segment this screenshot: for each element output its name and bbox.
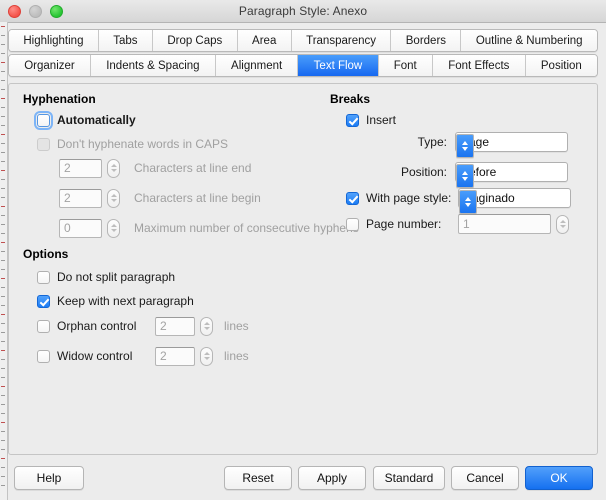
standard-button[interactable]: Standard [373,466,445,490]
page-number-row[interactable]: Page number: 1 [346,214,601,234]
no-caps-row: Don't hyphenate words in CAPS [37,135,228,153]
chevron-updown-icon[interactable] [456,134,474,158]
chars-line-begin-label: Characters at line begin [134,191,261,205]
cancel-button[interactable]: Cancel [451,466,519,490]
chars-line-end-stepper [107,158,120,178]
widow-control-input: 2 [155,346,195,366]
chars-line-begin-stepper [107,188,120,208]
break-position-select[interactable]: Before [455,162,568,188]
tab-transparency[interactable]: Transparency [291,30,392,51]
automatically-checkbox[interactable] [34,110,53,130]
page-style-select[interactable]: Paginado [458,188,571,214]
chars-line-begin-input: 2 [59,188,102,208]
widow-control-row[interactable]: Widow control 2 lines [37,346,249,366]
tab-drop-caps[interactable]: Drop Caps [152,30,238,51]
orphan-control-checkbox[interactable] [37,319,50,333]
automatically-label: Automatically [57,113,136,127]
widow-control-unit: lines [224,349,249,363]
max-hyphens-label: Maximum number of consecutive hyphens [134,221,359,235]
tab-tabs[interactable]: Tabs [98,30,153,51]
orphan-control-input: 2 [155,316,195,336]
tab-area[interactable]: Area [237,30,292,51]
chevron-updown-icon[interactable] [456,164,474,188]
minimize-button[interactable] [29,4,42,18]
background-document-strip [0,22,8,500]
tab-highlighting[interactable]: Highlighting [9,30,99,51]
insert-row[interactable]: Insert [346,111,396,129]
break-type-select[interactable]: Page [455,132,568,158]
do-not-split-row[interactable]: Do not split paragraph [37,268,175,286]
orphan-control-label: Orphan control [57,319,137,333]
help-button[interactable]: Help [14,466,84,490]
tab-indents-spacing[interactable]: Indents & Spacing [90,55,216,76]
chars-line-end-row: 2 Characters at line end [59,158,252,178]
orphan-control-stepper [200,316,213,336]
tab-row-1: Highlighting Tabs Drop Caps Area Transparenc… [8,29,598,52]
ok-button[interactable]: OK [525,466,593,490]
page-number-label: Page number: [366,217,442,231]
keep-with-next-label: Keep with next paragraph [57,294,194,308]
window-controls [8,0,63,22]
keep-with-next-row[interactable]: Keep with next paragraph [37,292,194,310]
tab-organizer[interactable]: Organizer [9,55,91,76]
automatically-row[interactable]: Automatically [34,110,136,130]
tab-text-flow[interactable]: Text Flow [298,55,379,76]
break-position-label: Position: [400,165,447,179]
breaks-group-title: Breaks [330,92,371,106]
tab-borders[interactable]: Borders [391,30,462,51]
tab-outline-numbering[interactable]: Outline & Numbering [461,30,597,51]
tab-position[interactable]: Position [525,55,597,76]
dont-hyphenate-caps-checkbox [37,137,50,151]
do-not-split-label: Do not split paragraph [57,270,176,284]
options-group-title: Options [23,247,69,261]
dont-hyphenate-caps-label: Don't hyphenate words in CAPS [57,137,229,151]
tab-alignment[interactable]: Alignment [215,55,299,76]
tab-bar: Highlighting Tabs Drop Caps Area Transparenc… [0,23,606,79]
dialog-button-bar: Help Reset Apply Standard Cancel OK [0,455,606,500]
chevron-updown-icon[interactable] [459,190,477,214]
break-type-label: Type: [417,135,447,149]
widow-control-label: Widow control [57,349,133,363]
tab-font[interactable]: Font [378,55,433,76]
text-flow-panel: Hyphenation Automatically Don't hyphenat… [8,83,598,455]
tab-row-2: Organizer Indents & Spacing Alignment Text … [8,54,598,77]
max-hyphens-stepper [107,218,120,238]
page-number-stepper [556,214,569,234]
paragraph-style-dialog: Paragraph Style: Anexo Highlighting Tabs D… [0,0,606,500]
widow-control-checkbox[interactable] [37,349,50,363]
reset-button[interactable]: Reset [224,466,292,490]
max-hyphens-input: 0 [59,218,102,238]
break-position-row[interactable]: Position: Before [346,162,601,188]
insert-checkbox[interactable] [346,113,359,127]
break-type-row[interactable]: Type: Page [346,132,601,158]
chars-line-begin-row: 2 Characters at line begin [59,188,261,208]
zoom-button[interactable] [50,4,63,18]
with-page-style-checkbox[interactable] [346,191,359,205]
close-button[interactable] [8,4,21,18]
apply-button[interactable]: Apply [298,466,366,490]
page-number-input: 1 [458,214,551,234]
widow-control-stepper [200,346,213,366]
page-number-checkbox[interactable] [346,217,359,231]
tab-font-effects[interactable]: Font Effects [433,55,526,76]
orphan-control-unit: lines [224,319,249,333]
with-page-style-label: With page style: [366,191,452,205]
chars-line-end-input: 2 [59,158,102,178]
do-not-split-checkbox[interactable] [37,270,50,284]
chars-line-end-label: Characters at line end [134,161,252,175]
insert-label: Insert [366,113,397,127]
title-bar: Paragraph Style: Anexo [0,0,606,23]
hyphenation-group-title: Hyphenation [23,92,96,106]
window-title: Paragraph Style: Anexo [238,4,368,18]
with-page-style-row[interactable]: With page style: Paginado [346,188,601,214]
orphan-control-row[interactable]: Orphan control 2 lines [37,316,249,336]
keep-with-next-checkbox[interactable] [37,294,50,308]
max-hyphens-row: 0 Maximum number of consecutive hyphens [59,218,359,238]
